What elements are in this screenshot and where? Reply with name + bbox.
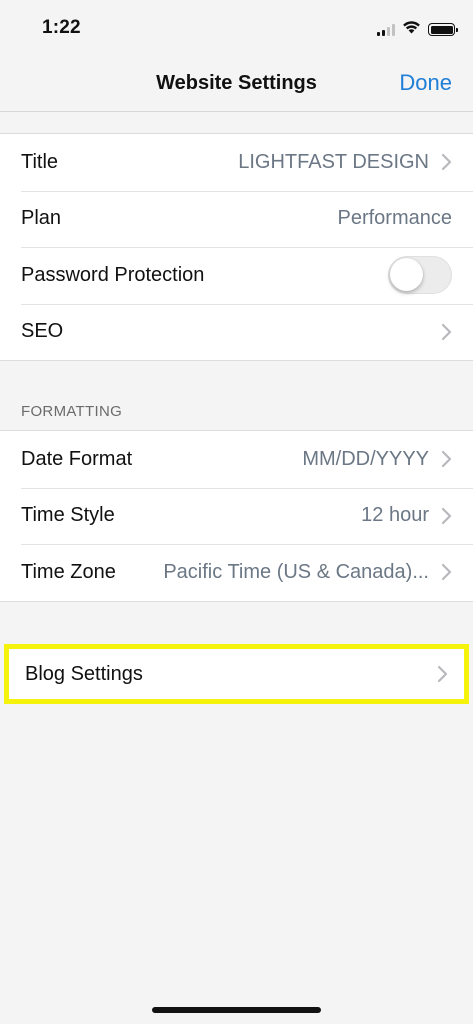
formatting-section-header: FORMATTING (21, 403, 123, 420)
date-format-label: Date Format (21, 447, 133, 470)
toggle-knob (390, 258, 423, 292)
chevron-right-icon (437, 665, 448, 683)
chevron-right-icon (441, 563, 452, 581)
chevron-right-icon (441, 507, 452, 525)
wifi-icon (402, 20, 421, 39)
blog-settings-row[interactable]: Blog Settings (9, 649, 464, 699)
plan-value: Performance (337, 207, 453, 230)
formatting-settings-group: Date Format MM/DD/YYYY Time Style 12 hou… (0, 430, 473, 602)
time-style-label: Time Style (21, 504, 115, 527)
password-protection-row: Password Protection (0, 247, 473, 304)
seo-label: SEO (21, 320, 64, 343)
cellular-signal-icon (377, 23, 395, 36)
status-bar: 1:22 (0, 0, 473, 56)
title-value: LIGHTFAST DESIGN (238, 150, 429, 173)
password-protection-toggle[interactable] (388, 256, 452, 295)
navigation-bar: Website Settings Done (0, 56, 473, 112)
time-style-row[interactable]: Time Style 12 hour (0, 487, 473, 545)
general-settings-group: Title LIGHTFAST DESIGN Plan Performance … (0, 133, 473, 361)
plan-label: Plan (21, 207, 62, 230)
password-protection-label: Password Protection (21, 263, 205, 286)
battery-icon (428, 23, 458, 36)
status-icons (377, 20, 458, 39)
plan-row: Plan Performance (0, 190, 473, 248)
title-row[interactable]: Title LIGHTFAST DESIGN (0, 134, 473, 191)
time-zone-value: Pacific Time (US & Canada)... (163, 560, 429, 583)
status-time: 1:22 (42, 17, 81, 38)
chevron-right-icon (441, 450, 452, 468)
time-style-value: 12 hour (361, 504, 429, 527)
date-format-value: MM/DD/YYYY (302, 447, 429, 470)
chevron-right-icon (441, 323, 452, 341)
done-button[interactable]: Done (399, 70, 452, 96)
home-indicator[interactable] (152, 1007, 321, 1013)
time-zone-label: Time Zone (21, 560, 116, 583)
title-label: Title (21, 150, 59, 173)
time-zone-row[interactable]: Time Zone Pacific Time (US & Canada)... (0, 544, 473, 601)
blog-settings-highlight: Blog Settings (4, 644, 469, 704)
blog-settings-label: Blog Settings (25, 662, 143, 685)
chevron-right-icon (441, 153, 452, 171)
seo-row[interactable]: SEO (0, 303, 473, 361)
date-format-row[interactable]: Date Format MM/DD/YYYY (0, 431, 473, 488)
